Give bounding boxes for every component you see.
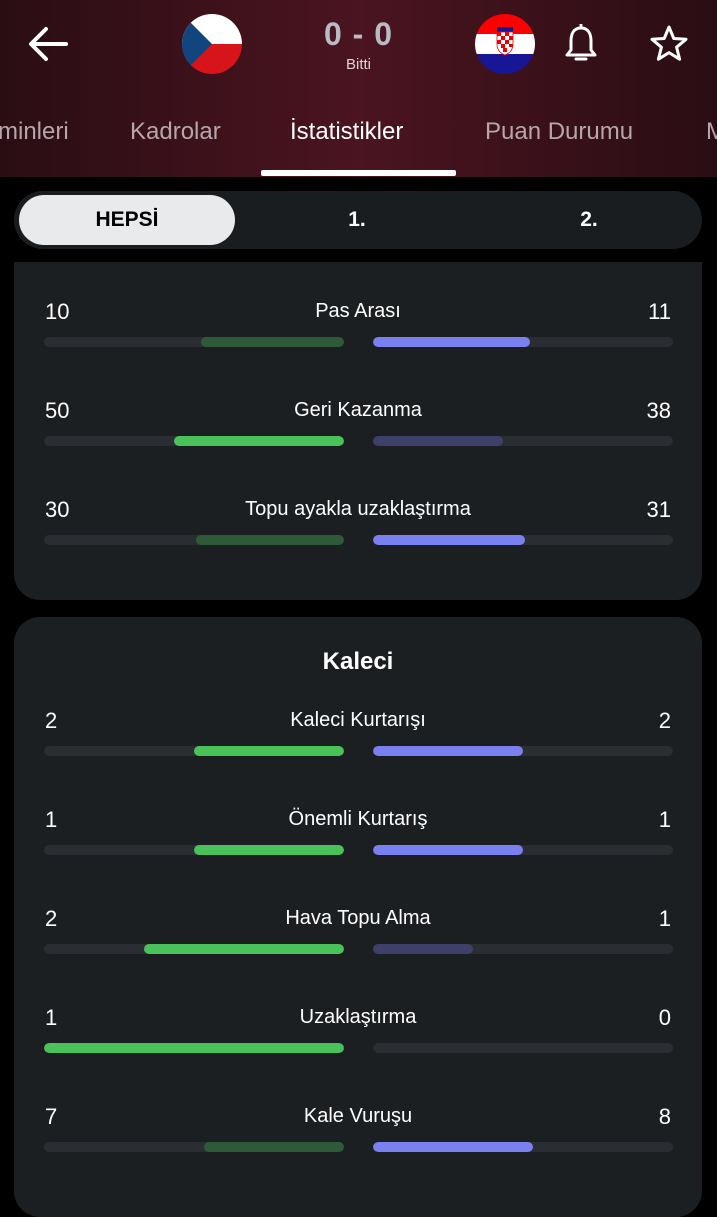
home-bar-fill: [143, 944, 344, 954]
away-value: 1: [658, 906, 671, 931]
away-bar-track: [373, 845, 673, 855]
stat-row: 10 Pas Arası 11: [14, 299, 702, 359]
stat-row: 30 Topu ayakla uzaklaştırma 31: [14, 497, 702, 557]
notifications-button[interactable]: [562, 23, 600, 66]
tab-bar: minleri Kadrolar İstatistikler Puan Duru…: [0, 100, 717, 177]
away-bar-track: [373, 436, 673, 446]
tab-lineups[interactable]: Kadrolar: [130, 118, 221, 146]
home-bar-fill: [203, 1142, 344, 1152]
stat-label: Kale Vuruşu: [303, 1105, 413, 1127]
away-value: 2: [658, 708, 671, 733]
away-value: 1: [658, 807, 671, 832]
tab-statistics[interactable]: İstatistikler: [290, 118, 403, 146]
home-bar-fill: [201, 337, 344, 347]
stat-label: Hava Topu Alma: [285, 907, 431, 929]
stat-row: 2 Kaleci Kurtarışı 2: [14, 708, 702, 768]
away-bar-fill: [373, 845, 523, 855]
match-status: Bitti: [345, 56, 371, 73]
home-bar-track: [44, 845, 344, 855]
score-separator: -: [352, 16, 365, 52]
away-value: 0: [658, 1005, 671, 1030]
score: 0 - 0: [300, 16, 417, 53]
stat-row: 7 Kale Vuruşu 8: [14, 1104, 702, 1164]
back-button[interactable]: [26, 22, 70, 66]
away-bar-track: [373, 944, 673, 954]
away-bar-fill: [373, 436, 503, 446]
stat-label: Topu ayakla uzaklaştırma: [245, 498, 471, 520]
stat-label: Kaleci Kurtarışı: [290, 709, 426, 731]
away-bar-track: [373, 337, 673, 347]
stats-card-defending: 10 Pas Arası 11 50 Geri Kazanma 38 30 Topu ayak…: [14, 262, 702, 600]
stat-label: Uzaklaştırma: [299, 1006, 417, 1028]
away-value: 31: [646, 497, 671, 522]
stats-card-goalkeeping: Kaleci 2 Kaleci Kurtarışı 2 1 Önemli Kurtarı…: [14, 617, 702, 1217]
away-bar-track: [373, 1142, 673, 1152]
tab-more[interactable]: M: [706, 118, 717, 146]
period-selector: HEPSİ 1. 2.: [14, 191, 702, 249]
croatia-flag-icon[interactable]: [475, 14, 535, 74]
away-bar-track: [373, 535, 673, 545]
section-title: Kaleci: [322, 648, 394, 675]
away-bar-fill: [373, 1142, 533, 1152]
stat-row: 1 Uzaklaştırma 0: [14, 1005, 702, 1065]
home-bar-track: [44, 337, 344, 347]
away-bar-track: [373, 1043, 673, 1053]
home-bar-fill: [194, 845, 344, 855]
home-bar-track: [44, 1142, 344, 1152]
stat-label: Geri Kazanma: [294, 399, 422, 421]
away-value: 8: [658, 1104, 671, 1129]
home-bar-track: [44, 944, 344, 954]
tab-standings[interactable]: Puan Durumu: [485, 118, 633, 146]
home-bar-fill: [173, 436, 344, 446]
home-bar-track: [44, 1043, 344, 1053]
period-second-half-button[interactable]: 2.: [489, 191, 689, 249]
arrow-left-icon: [29, 27, 68, 61]
away-bar-fill: [373, 746, 523, 756]
period-first-half-button[interactable]: 1.: [257, 191, 457, 249]
away-bar-fill: [373, 944, 473, 954]
home-bar-fill: [194, 746, 344, 756]
favorite-button[interactable]: [649, 24, 689, 64]
stat-row: 2 Hava Topu Alma 1: [14, 906, 702, 966]
home-score: 0: [323, 16, 343, 52]
home-bar-track: [44, 535, 344, 545]
period-all-button[interactable]: HEPSİ: [19, 195, 235, 245]
away-bar-track: [373, 746, 673, 756]
home-bar-track: [44, 746, 344, 756]
home-bar-fill: [196, 535, 344, 545]
active-tab-indicator: [261, 170, 456, 176]
stat-row: 1 Önemli Kurtarış 1: [14, 807, 702, 867]
away-bar-fill: [373, 535, 526, 545]
away-value: 11: [648, 299, 671, 324]
bell-icon: [565, 23, 597, 61]
away-value: 38: [646, 398, 671, 423]
star-icon: [650, 25, 688, 61]
away-bar-fill: [373, 337, 531, 347]
stat-label: Pas Arası: [315, 300, 401, 322]
stat-label: Önemli Kurtarış: [288, 808, 428, 830]
czech-flag-icon[interactable]: [182, 14, 242, 74]
home-bar-track: [44, 436, 344, 446]
stat-row: 50 Geri Kazanma 38: [14, 398, 702, 458]
home-bar-fill: [44, 1043, 344, 1053]
tab-events[interactable]: minleri: [0, 118, 69, 146]
away-score: 0: [374, 16, 394, 52]
